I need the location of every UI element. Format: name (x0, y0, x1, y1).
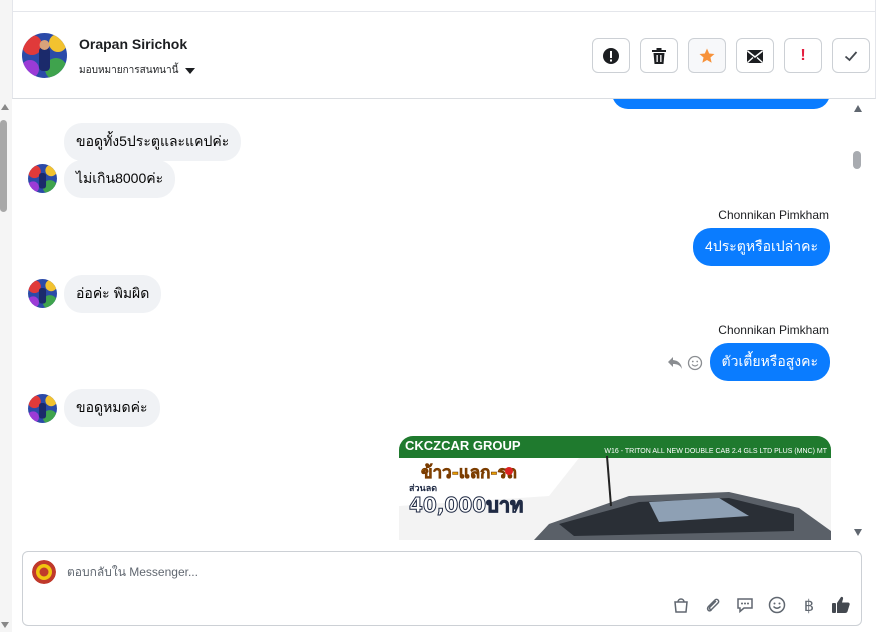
contact-avatar-small (28, 279, 57, 308)
top-strip (12, 0, 876, 12)
left-scrollbar-thumb[interactable] (0, 120, 7, 212)
sender-name: Chonnikan Pimkham (718, 208, 829, 222)
scroll-down-arrow-icon[interactable] (854, 529, 862, 536)
done-button[interactable] (832, 38, 870, 73)
page-avatar (32, 560, 56, 584)
spam-button[interactable]: ! (784, 38, 822, 73)
emoji-button[interactable] (767, 595, 787, 615)
star-icon (699, 48, 715, 63)
baht-icon: ฿ (803, 595, 815, 615)
shopping-bag-icon (674, 598, 688, 613)
assign-label: มอบหมายการสนทนานี้ (79, 65, 179, 76)
message-thread-scrollbar-thumb[interactable] (853, 151, 861, 169)
contact-avatar-small (28, 394, 57, 423)
mark-unread-button[interactable] (736, 38, 774, 73)
like-button[interactable] (831, 595, 851, 615)
reply-icon[interactable] (667, 356, 683, 370)
emoji-icon (768, 596, 786, 614)
scroll-up-arrow-icon[interactable] (854, 105, 862, 112)
incoming-message[interactable]: ขอดูหมดค่ะ (64, 389, 160, 427)
conversation-header: Orapan Sirichok มอบหมายการสนทนานี้ ! (12, 12, 876, 99)
ad-top-text: CKCZCAR GROUP (405, 438, 521, 453)
contact-avatar-small (28, 164, 57, 193)
left-scrollbar[interactable] (0, 0, 12, 632)
message-text: ไม่เกิน8000ค่ะ (76, 170, 164, 186)
ad-promo-title: ข้าว-แลก-รถ (421, 463, 517, 483)
saved-replies-button[interactable] (735, 595, 755, 615)
caret-down-icon (185, 67, 196, 74)
incoming-message[interactable]: ขอดูทั้ง5ประตูและแคปค่ะ (64, 123, 242, 161)
attach-button[interactable] (703, 595, 723, 615)
payment-button[interactable]: ฿ (799, 595, 819, 615)
saved-replies-icon (737, 598, 753, 614)
spam-icon: ! (800, 46, 806, 64)
message-actions (667, 355, 703, 371)
react-emoji-icon[interactable] (687, 355, 703, 371)
outgoing-message[interactable]: 4ประตูหรือเปล่าคะ (693, 228, 830, 266)
message-text: 4ประตูหรือเปล่าคะ (705, 238, 818, 254)
composer-toolbar: ฿ (671, 595, 851, 615)
incoming-message[interactable]: อ่อค่ะ พิมผิด (64, 275, 162, 313)
contact-name: Orapan Sirichok (79, 36, 188, 52)
header-actions: ! (592, 38, 870, 73)
contact-avatar[interactable] (22, 33, 67, 78)
assign-conversation-dropdown[interactable]: มอบหมายการสนทนานี้ (79, 63, 196, 78)
incoming-message[interactable]: ไม่เกิน8000ค่ะ (64, 160, 176, 198)
outgoing-message[interactable]: ตัวเตี้ยหรือสูงคะ (709, 343, 830, 381)
scroll-up-arrow-icon[interactable] (1, 104, 9, 110)
message-text: ตัวเตี้ยหรือสูงคะ (721, 353, 818, 369)
paperclip-icon (706, 598, 720, 612)
ad-model-text: W16 - TRITON ALL NEW DOUBLE CAB 2.4 GLS … (604, 448, 827, 455)
message-composer: ฿ (22, 551, 862, 626)
star-button[interactable] (688, 38, 726, 73)
previous-outgoing-bubble (612, 99, 830, 109)
trash-icon (652, 47, 666, 64)
message-text: ขอดูหมดค่ะ (76, 399, 148, 415)
message-thread[interactable]: ขอดูทั้ง5ประตูและแคปค่ะ ไม่เกิน8000ค่ะ C… (12, 99, 864, 540)
check-icon (844, 50, 858, 61)
shared-car-ad-image[interactable]: CKCZCAR GROUP W16 - TRITON ALL NEW DOUBL… (399, 436, 831, 540)
scroll-down-arrow-icon[interactable] (1, 622, 9, 628)
message-text: ขอดูทั้ง5ประตูและแคปค่ะ (76, 133, 230, 149)
sender-name: Chonnikan Pimkham (718, 323, 829, 337)
reply-input[interactable] (67, 565, 627, 579)
report-icon (603, 47, 619, 64)
message-text: อ่อค่ะ พิมผิด (76, 285, 150, 301)
delete-button[interactable] (640, 38, 678, 73)
mark-unread-icon (747, 49, 763, 63)
report-button[interactable] (592, 38, 630, 73)
ad-discount-value: 40,000บาท (409, 493, 523, 517)
thumbs-up-icon (832, 596, 850, 613)
message-thread-scrollbar[interactable] (852, 99, 864, 540)
shop-bag-button[interactable] (671, 595, 691, 615)
